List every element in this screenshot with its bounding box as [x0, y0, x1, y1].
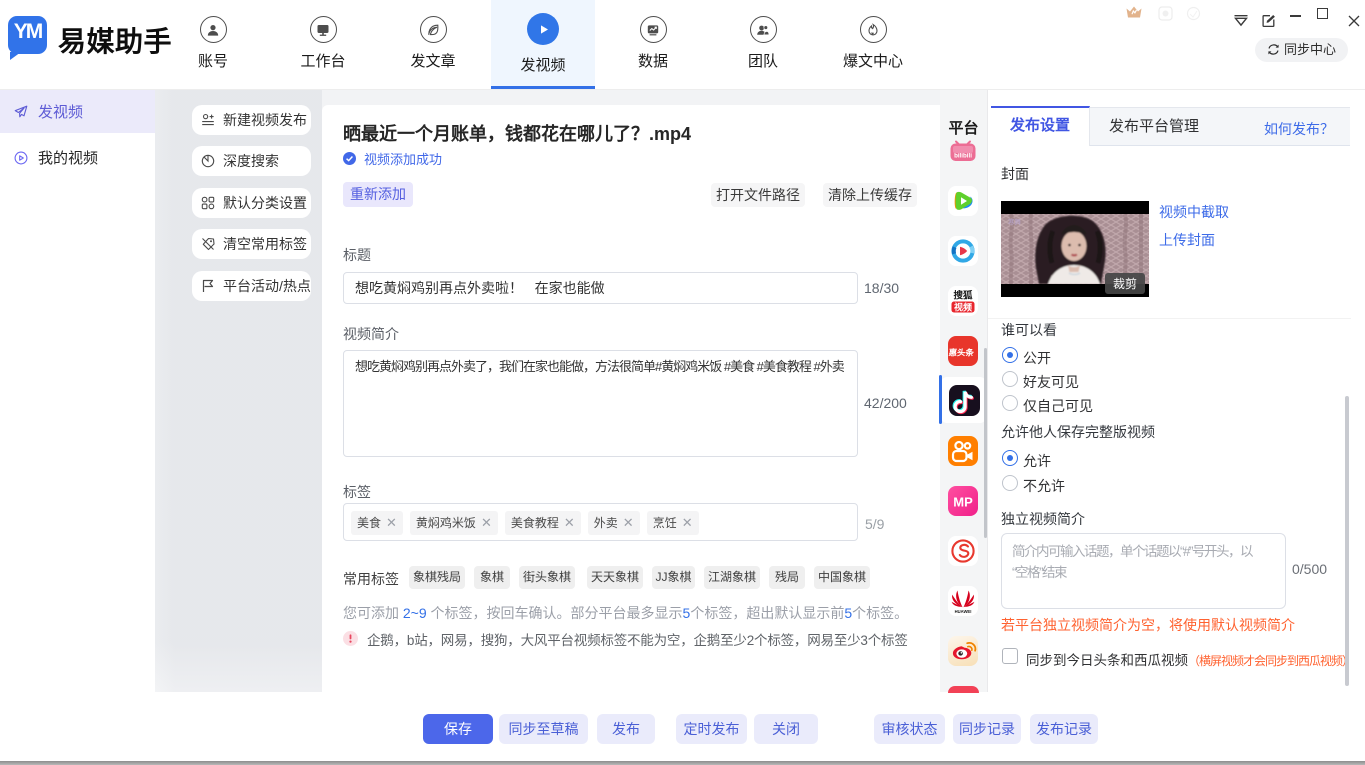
svg-text:惠头条: 惠头条 [948, 348, 975, 358]
svg-text:寒舞: 寒舞 [1008, 217, 1022, 226]
svg-text:HUAWEI: HUAWEI [955, 609, 972, 614]
svg-text:bilibili: bilibili [954, 153, 972, 160]
svg-text:搜狐: 搜狐 [953, 290, 973, 302]
svg-text:裁剪: 裁剪 [1113, 276, 1137, 291]
svg-text:视频: 视频 [954, 302, 972, 313]
svg-text:MP: MP [953, 495, 973, 510]
